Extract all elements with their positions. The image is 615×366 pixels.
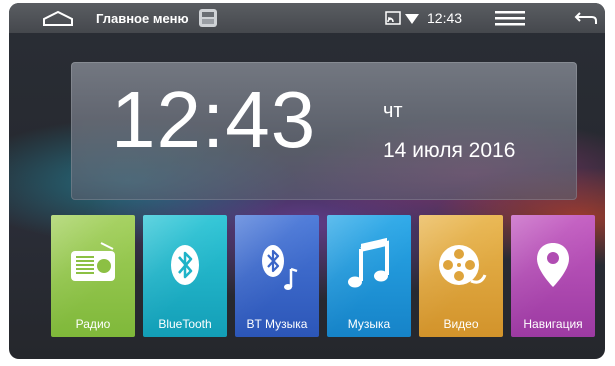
cast-icon: [385, 3, 401, 33]
radio-icon: [63, 235, 123, 295]
bluetooth-music-icon: [247, 235, 307, 295]
home-icon[interactable]: [41, 3, 75, 33]
app-tile-navigation[interactable]: Навигация: [511, 215, 595, 337]
back-icon[interactable]: [574, 3, 598, 33]
app-tile-music[interactable]: Музыка: [327, 215, 411, 337]
app-label: BT Музыка: [246, 317, 308, 331]
music-note-icon: [339, 235, 399, 295]
app-label: Музыка: [347, 317, 391, 331]
app-label: Радио: [75, 317, 111, 331]
app-tile-radio[interactable]: Радио: [51, 215, 135, 337]
page-title: Главное меню: [96, 10, 189, 26]
clock-date: 14 июля 2016: [383, 139, 516, 162]
app-label: Видео: [443, 317, 479, 331]
clock-weekday: чт: [383, 100, 403, 122]
location-pin-icon: [523, 235, 583, 295]
film-reel-icon: [431, 235, 491, 295]
app-tile-video[interactable]: Видео: [419, 215, 503, 337]
head-unit-screen: Главное меню 12:43 12:43 чт 14 июля 2016: [9, 3, 605, 359]
wifi-icon: [405, 3, 419, 33]
clock-widget[interactable]: 12:43 чт 14 июля 2016: [71, 62, 577, 200]
sd-card-icon: [198, 3, 218, 33]
app-tile-bt-music[interactable]: BT Музыка: [235, 215, 319, 337]
bluetooth-icon: [155, 235, 215, 295]
clock-time: 12:43: [111, 75, 317, 164]
app-label: Навигация: [523, 317, 583, 331]
status-bar: Главное меню 12:43: [9, 3, 605, 33]
menu-icon[interactable]: [495, 3, 525, 33]
app-label: BlueTooth: [158, 317, 212, 331]
status-time: 12:43: [427, 10, 463, 26]
app-tile-bluetooth[interactable]: BlueTooth: [143, 215, 227, 337]
